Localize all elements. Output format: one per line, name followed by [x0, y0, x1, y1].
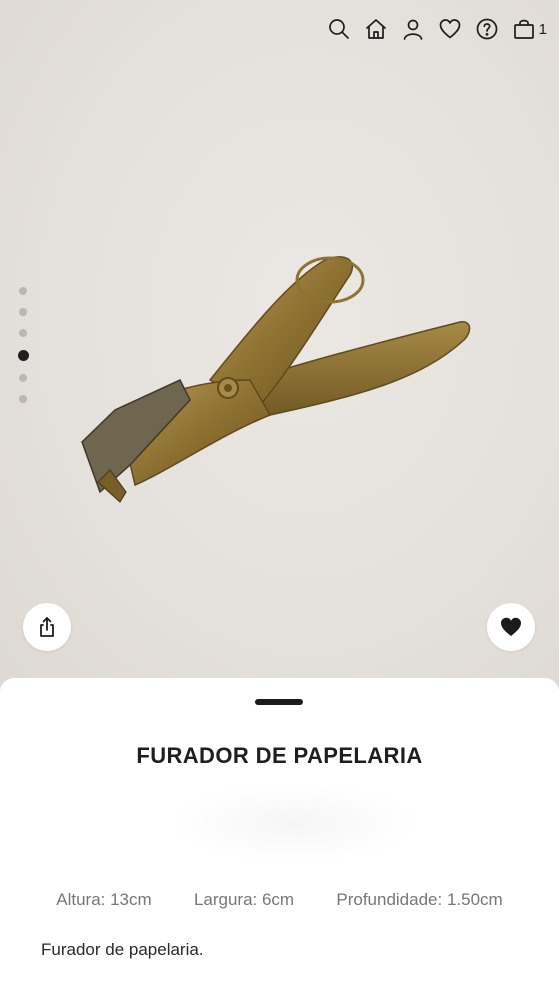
- home-icon[interactable]: [363, 14, 389, 44]
- product-image-gallery[interactable]: 1: [0, 0, 559, 700]
- search-icon[interactable]: [326, 14, 352, 44]
- gallery-pagination: [17, 287, 29, 403]
- gallery-dot[interactable]: [19, 395, 27, 403]
- product-details-sheet: FURADOR DE PAPELARIA Altura: 13cm Largur…: [0, 678, 559, 999]
- product-description: Furador de papelaria.: [41, 940, 204, 959]
- dimension-width: Largura: 6cm: [193, 890, 295, 909]
- share-button[interactable]: [23, 603, 71, 651]
- sheet-drag-handle[interactable]: [255, 699, 303, 705]
- favorite-button[interactable]: [487, 603, 535, 651]
- hole-punch-image: [81, 256, 471, 503]
- blurred-region: [170, 783, 420, 863]
- gallery-dot-active[interactable]: [17, 350, 29, 361]
- top-navigation: 1: [326, 14, 547, 44]
- gallery-dot[interactable]: [19, 374, 27, 382]
- dimension-depth: Profundidade: 1.50cm: [336, 890, 503, 909]
- product-title: FURADOR DE PAPELARIA: [136, 743, 423, 768]
- dimension-height: Altura: 13cm: [56, 890, 152, 909]
- share-icon: [40, 617, 54, 637]
- user-icon[interactable]: [400, 14, 426, 44]
- product-dimensions: Altura: 13cm Largura: 6cm Profundidade: …: [0, 890, 559, 910]
- gallery-dot[interactable]: [19, 287, 27, 295]
- help-icon[interactable]: [474, 14, 500, 44]
- bag-icon: [511, 14, 537, 44]
- heart-icon[interactable]: [437, 14, 463, 44]
- cart-button[interactable]: 1: [511, 14, 547, 44]
- heart-filled-icon: [501, 617, 521, 636]
- product-screen: 1 FURADOR DE PAPELARIA Altura: 13cm Larg…: [0, 0, 559, 999]
- gallery-dot[interactable]: [19, 308, 27, 316]
- gallery-dot[interactable]: [19, 329, 27, 337]
- cart-count: 1: [538, 20, 547, 38]
